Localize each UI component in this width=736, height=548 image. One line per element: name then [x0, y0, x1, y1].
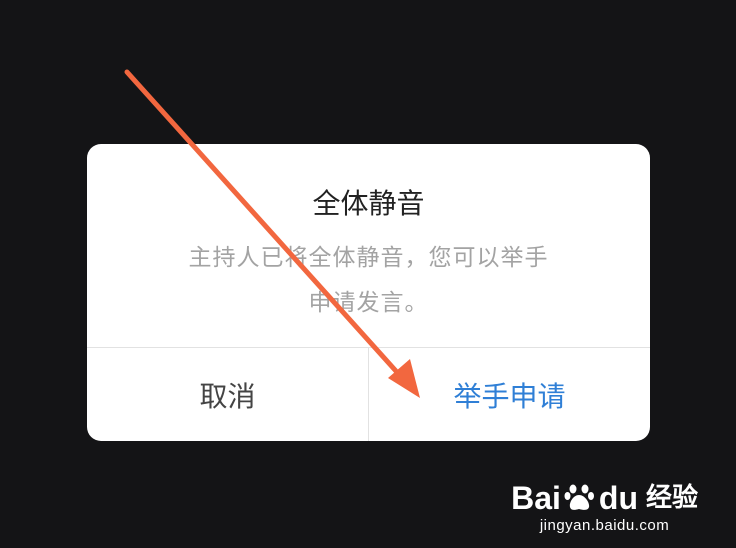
raise-hand-button[interactable]: 举手申请 [369, 348, 650, 441]
watermark-url: jingyan.baidu.com [539, 517, 670, 534]
cancel-button[interactable]: 取消 [87, 348, 368, 441]
dialog-title: 全体静音 [312, 187, 425, 220]
dialog-message: 主持人已将全体静音，您可以举手 申请发言。 [157, 236, 580, 326]
watermark-logo-text-left: Bai [511, 480, 561, 516]
baidu-jingyan-watermark: Bai du 经验 jingyan.baidu.com [511, 481, 698, 534]
watermark-logo-cn: 经验 [645, 483, 698, 513]
dialog-message-line-2: 申请发言。 [308, 290, 429, 316]
baidu-paw-icon [564, 484, 594, 510]
watermark-logo-text-right: du [598, 480, 638, 516]
watermark-logo: Bai du 经验 [511, 481, 698, 515]
mute-all-dialog: 全体静音 主持人已将全体静音，您可以举手 申请发言。 取消 举手申请 [87, 144, 650, 441]
dialog-message-line-1: 主持人已将全体静音，您可以举手 [188, 245, 549, 271]
